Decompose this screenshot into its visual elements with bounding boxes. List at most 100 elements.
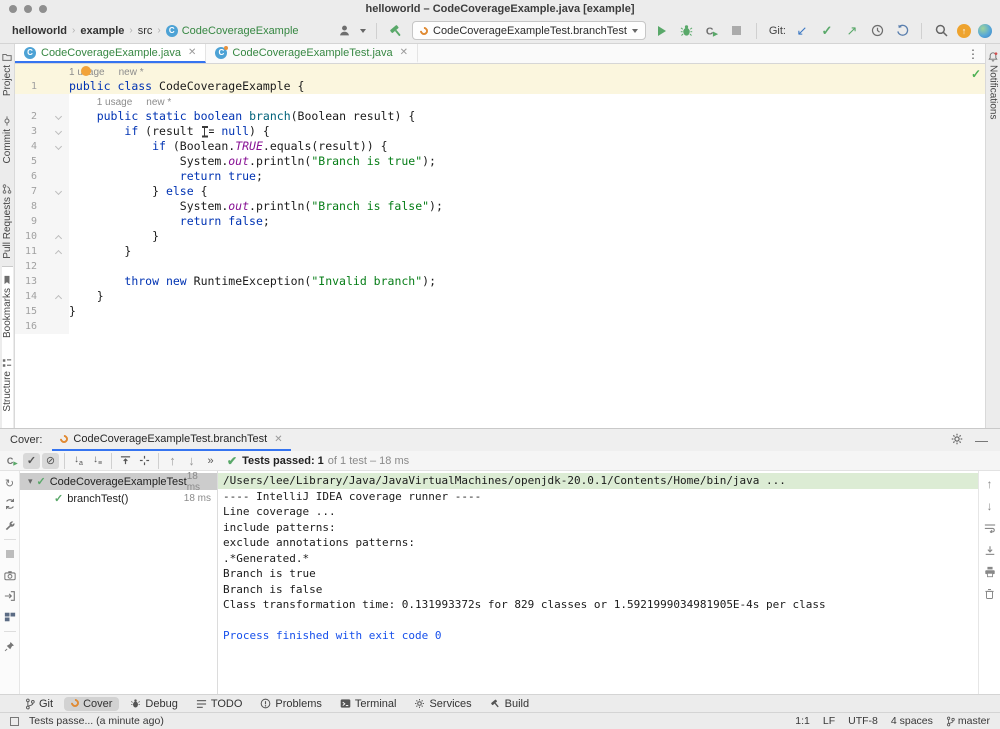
next-occurrence-button[interactable]: ↓ [183,453,200,469]
vcs-inlay[interactable]: new * [119,67,144,78]
usages-inlay[interactable]: 1 usage [97,97,133,108]
code-line-16[interactable]: 16 [15,319,985,334]
ide-settings-sphere-icon[interactable] [978,24,992,38]
toolwindow-button-services[interactable]: Services [407,697,478,711]
code-line-2[interactable]: 2 public static boolean branch(Boolean r… [15,109,985,124]
panel-settings-gear-icon[interactable] [951,433,963,448]
fold-up-icon[interactable] [55,295,62,302]
search-everywhere-icon[interactable] [932,22,950,40]
cover-tab[interactable]: CodeCoverageExampleTest.branchTest ✕ [52,429,290,451]
show-passed-toggle[interactable]: ✓ [23,453,40,469]
code-line-3[interactable]: 3 if (result != null) { [15,124,985,139]
toolwindow-button-debug[interactable]: Debug [123,697,184,711]
sort-by-duration-button[interactable]: ↓≡ [89,453,106,469]
toolstripe-bookmarks[interactable]: Bookmarks [2,275,13,338]
run-button[interactable] [653,22,671,40]
toolstripe-structure[interactable]: Structure [2,358,13,412]
close-tab-icon[interactable]: ✕ [274,434,282,445]
scroll-to-end-icon[interactable] [983,543,997,557]
code-line-12[interactable]: 12 [15,259,985,274]
toolstripe-commit[interactable]: Commit [2,116,13,163]
inspections-ok-icon[interactable]: ✓ [971,67,981,81]
code-line-6[interactable]: 6 return true; [15,169,985,184]
console-layout-icon[interactable] [3,610,17,624]
git-update-icon[interactable]: ↙ [793,22,811,40]
run-console[interactable]: /Users/lee/Library/Java/JavaVirtualMachi… [218,471,978,694]
fold-up-icon[interactable] [55,235,62,242]
run-configuration-select[interactable]: CodeCoverageExampleTest.branchTest [412,21,646,40]
clear-console-trash-icon[interactable] [983,587,997,601]
debug-button[interactable] [678,22,696,40]
print-icon[interactable] [983,565,997,579]
breadcrumb-src[interactable]: src [138,25,153,37]
breadcrumb-class[interactable]: C CodeCoverageExample [166,25,299,37]
test-tree-row[interactable]: ▾✓CodeCoverageExampleTest18 ms [20,473,217,490]
test-settings-wrench-icon[interactable] [3,518,17,532]
history-clock-icon[interactable] [868,22,886,40]
run-with-coverage-button[interactable]: C [703,22,721,40]
show-ignored-toggle[interactable]: ⊘ [42,453,59,469]
layout-icon[interactable] [10,717,19,726]
stop-button[interactable] [728,22,746,40]
indent-setting[interactable]: 4 spaces [891,715,933,727]
code-line-8[interactable]: 8 System.out.println("Branch is false"); [15,199,985,214]
close-tab-icon[interactable]: ✕ [400,47,408,58]
toolstripe-notifications[interactable]: Notifications [988,52,999,119]
vcs-inlay[interactable]: new * [146,97,171,108]
ide-update-icon[interactable]: ↑ [957,24,971,38]
toolstripe-project[interactable]: Project [2,52,13,96]
tab-options-kebab-icon[interactable]: ⋮ [961,44,985,63]
code-line-1[interactable]: 1public class CodeCoverageExample { [15,79,985,94]
thread-dump-camera-icon[interactable] [3,568,17,582]
fold-down-icon[interactable] [55,143,62,150]
toolwindow-button-terminal[interactable]: Terminal [333,697,404,711]
breadcrumb-module[interactable]: example [80,25,124,37]
toolwindow-button-build[interactable]: Build [483,697,536,711]
file-encoding[interactable]: UTF-8 [848,715,878,727]
code-line-4[interactable]: 4 if (Boolean.TRUE.equals(result)) { [15,139,985,154]
code-line-5[interactable]: 5 System.out.println("Branch is true"); [15,154,985,169]
git-commit-icon[interactable]: ✓ [818,22,836,40]
fold-down-icon[interactable] [55,128,62,135]
import-test-results-icon[interactable] [3,589,17,603]
scroll-up-icon[interactable]: ↑ [983,477,997,491]
status-message[interactable]: Tests passe... (a minute ago) [29,715,164,727]
sort-alphabetically-button[interactable]: ↓a [70,453,87,469]
code-line-7[interactable]: 7 } else { [15,184,985,199]
code-line-11[interactable]: 11 } [15,244,985,259]
code-editor[interactable]: 1 usagenew *1public class CodeCoverageEx… [15,64,985,428]
pin-icon[interactable] [3,639,17,653]
expand-all-button[interactable] [117,453,134,469]
toolstripe-pull-requests[interactable]: Pull Requests [2,184,13,259]
code-line-15[interactable]: 15} [15,304,985,319]
scroll-down-icon[interactable]: ↓ [983,499,997,513]
code-line-9[interactable]: 9 return false; [15,214,985,229]
fold-down-icon[interactable] [55,113,62,120]
git-push-icon[interactable]: ↗ [843,22,861,40]
breadcrumb-project[interactable]: helloworld [12,25,67,37]
rollback-icon[interactable] [893,22,911,40]
test-tree-row[interactable]: ✓branchTest()18 ms [20,490,217,507]
rerun-coverage-icon[interactable]: C [4,453,21,469]
fold-up-icon[interactable] [55,250,62,257]
code-with-me-icon[interactable] [335,22,353,40]
code-line-10[interactable]: 10 } [15,229,985,244]
rerun-button[interactable]: ↻ [3,476,17,490]
tab-codecoverageexampletest[interactable]: C CodeCoverageExampleTest.java ✕ [206,44,418,63]
fold-down-icon[interactable] [55,188,62,195]
code-line-13[interactable]: 13 throw new RuntimeException("Invalid b… [15,274,985,289]
caret-position[interactable]: 1:1 [795,715,810,727]
suspend-button[interactable] [3,547,17,561]
toolwindow-button-git[interactable]: Git [18,697,60,711]
code-line-14[interactable]: 14 } [15,289,985,304]
rerun-failed-button[interactable] [3,497,17,511]
soft-wrap-icon[interactable] [983,521,997,535]
toolwindow-button-todo[interactable]: TODO [189,697,250,711]
collapse-all-button[interactable] [136,453,153,469]
line-ending[interactable]: LF [823,715,835,727]
toolwindow-button-cover[interactable]: Cover [64,697,119,711]
git-branch-widget[interactable]: master [946,715,990,727]
previous-occurrence-button[interactable]: ↑ [164,453,181,469]
build-hammer-icon[interactable] [387,22,405,40]
hide-panel-icon[interactable]: — [975,433,988,448]
